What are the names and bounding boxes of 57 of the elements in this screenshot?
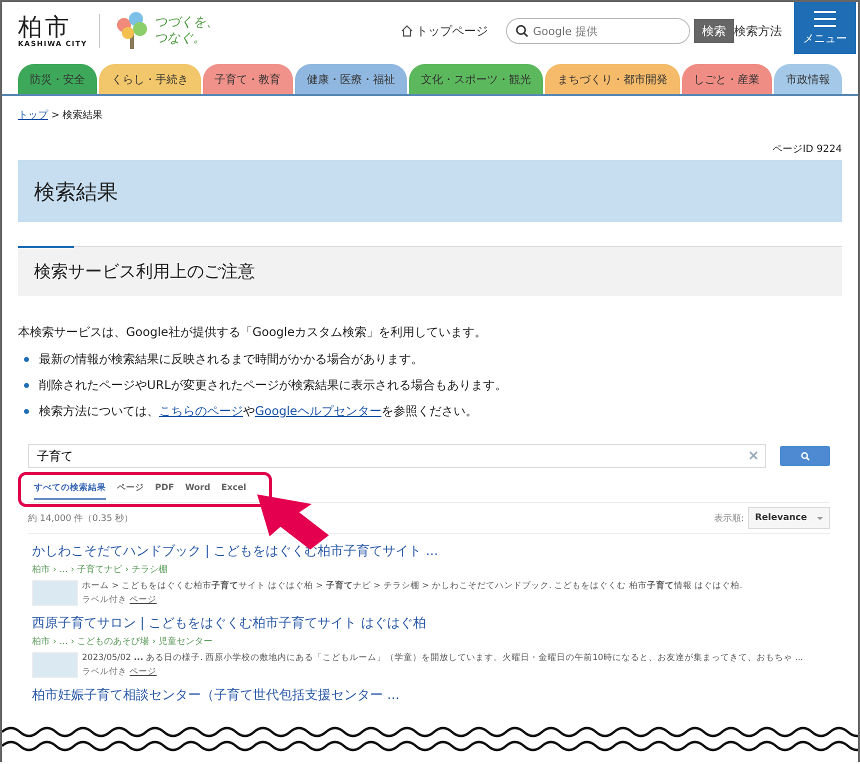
slogan-text: つづくを、つなぐ。 — [154, 15, 220, 47]
help-center-link[interactable]: Googleヘルプセンター — [255, 404, 382, 418]
page-title: 検索結果 — [18, 160, 842, 222]
breadcrumb-current: > 検索結果 — [51, 110, 103, 121]
clear-icon[interactable] — [749, 451, 758, 460]
menu-icon — [814, 10, 836, 26]
dropdown-caret-icon — [817, 516, 823, 520]
sort-label: 表示順: — [714, 512, 744, 524]
menu-button[interactable]: メニュー — [794, 2, 856, 54]
label-link[interactable]: ページ — [130, 667, 157, 677]
category-tab[interactable]: 市政情報 — [774, 64, 842, 94]
notice-text: 最新の情報が検索結果に反映されるまで時間がかかる場合があります。 — [39, 351, 423, 368]
notice-text: 削除されたページやURLが変更されたページが検索結果に表示される場合もあります。 — [39, 377, 507, 394]
breadcrumb-link[interactable]: トップ — [18, 110, 48, 121]
category-tab[interactable]: 健康・医療・福祉 — [294, 64, 407, 94]
result-type-tab[interactable]: Excel — [221, 479, 246, 499]
result-type-tab[interactable]: PDF — [155, 479, 174, 499]
bullet-icon — [24, 383, 29, 388]
search-query-field[interactable]: 子育て — [28, 444, 766, 468]
result-type-tab[interactable]: すべての検索結果 — [34, 478, 106, 500]
category-tab[interactable]: 防災・安全 — [18, 64, 98, 94]
label-text: ラベル付き — [82, 667, 128, 677]
search-button[interactable] — [780, 446, 830, 466]
category-tab[interactable]: 文化・スポーツ・観光 — [409, 64, 544, 94]
result-title-link[interactable]: 柏市妊娠子育て相談センター（子育て世代包括支援センター ... — [32, 686, 826, 704]
label-text: ラベル付き — [82, 595, 128, 605]
result-type-tab[interactable]: ページ — [117, 478, 144, 500]
category-tab[interactable]: くらし・手続き — [99, 64, 200, 94]
thumbnail-placeholder — [32, 580, 78, 606]
category-tab[interactable]: しごと・産業 — [682, 64, 772, 94]
notice-text: 検索方法については、こちらのページやGoogleヘルプセンター を参照ください。 — [39, 403, 478, 420]
help-page-link[interactable]: こちらのページ — [159, 404, 243, 418]
page-id: ページID 9224 — [772, 144, 842, 155]
category-tab[interactable]: 子育て・教育 — [202, 64, 293, 94]
result-count: 約 14,000 件（0.35 秒） — [28, 512, 134, 524]
category-tab[interactable]: まちづくり・都市開発 — [545, 64, 680, 94]
bullet-icon — [24, 357, 29, 362]
search-icon — [515, 24, 529, 38]
search-icon — [800, 452, 810, 460]
city-logo-text: 柏市 — [18, 14, 72, 40]
label-link[interactable]: ページ — [130, 595, 157, 605]
search-button[interactable]: 検索 — [694, 19, 734, 43]
result-snippet: ホーム > こどもをはぐくむ柏市子育てサイト はぐはぐ柏 > 子育てナビ > チラシ棚 > かしわこそだてハンドブック. こどもをはぐくむ 柏市子育て情報 はぐはぐ柏. — [82, 580, 742, 592]
intro-text: 本検索サービスは、Google社が提供する「Googleカスタム検索」を利用しています。 — [18, 324, 488, 341]
site-search-field[interactable]: Google 提供 — [506, 18, 690, 44]
thumbnail-placeholder — [32, 652, 78, 678]
home-icon — [401, 25, 413, 37]
result-type-tab[interactable]: Word — [185, 479, 210, 499]
result-path: 柏市 › ... › 子育てナビ › チラシ棚 — [32, 563, 169, 576]
search-help-link[interactable]: 検索方法 — [734, 22, 782, 40]
top-page-link[interactable]: トップページ — [401, 22, 488, 40]
notice-heading: 検索サービス利用上のご注意 — [18, 246, 842, 296]
result-snippet: 2023/05/02 ... ある日の様子. 西原小学校の敷地内にある「こどもルーム」（学童）を開放しています。火曜日・金曜日の午前10時になると、お友達が集まってきて、おもちゃ ... — [82, 652, 804, 664]
sort-dropdown[interactable]: Relevance — [748, 507, 830, 529]
result-title-link[interactable]: 西原子育てサロン | こどもをはぐくむ柏市子育てサイト はぐはぐ柏 — [32, 614, 826, 632]
result-path: 柏市 › ... › こどものあそび場 › 児童センター — [32, 636, 214, 648]
bullet-icon — [24, 409, 29, 414]
